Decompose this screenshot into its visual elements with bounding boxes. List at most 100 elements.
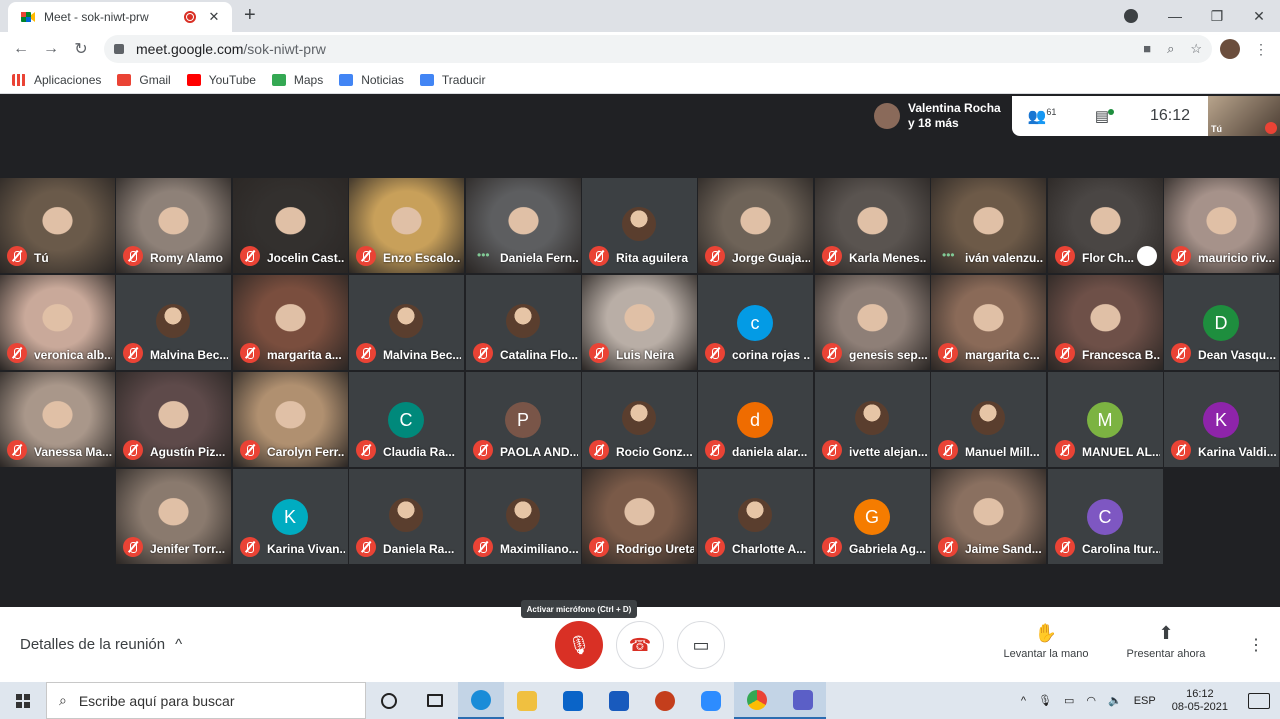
- participant-tile[interactable]: D Dean Vasqu...: [1164, 275, 1279, 370]
- participant-tile[interactable]: C Claudia Ra...: [349, 372, 464, 467]
- bookmark-star-icon[interactable]: ☆: [1190, 41, 1202, 57]
- participant-tile[interactable]: Enzo Escalo...: [349, 178, 464, 273]
- participant-tile[interactable]: genesis sep...: [815, 275, 930, 370]
- participant-tile[interactable]: ivette alejan...: [815, 372, 930, 467]
- reload-icon[interactable]: ↻: [66, 39, 96, 59]
- bookmark-translate[interactable]: Traducir: [419, 73, 485, 87]
- participant-tile[interactable]: Carolyn Ferr...: [233, 372, 348, 467]
- minimize-icon[interactable]: —: [1154, 8, 1196, 24]
- participant-tile[interactable]: Jocelin Cast...: [233, 178, 348, 273]
- raise-hand-button[interactable]: ✋ Levantar la mano: [998, 623, 1094, 660]
- word-icon[interactable]: [596, 682, 642, 719]
- participant-tile[interactable]: margarita c...: [931, 275, 1046, 370]
- participant-tile[interactable]: Romy Alamo: [116, 178, 231, 273]
- bookmark-youtube[interactable]: YouTube: [186, 73, 256, 87]
- presenter-indicator[interactable]: Valentina Rocha y 18 más: [866, 96, 1012, 136]
- participant-tile[interactable]: Rita aguilera: [582, 178, 697, 273]
- unmute-button[interactable]: 🎙: [555, 621, 603, 669]
- participant-name: Jenifer Torr...: [150, 542, 226, 556]
- participant-tile[interactable]: Charlotte A...: [698, 469, 813, 564]
- forward-icon[interactable]: →: [36, 40, 66, 58]
- participant-tile[interactable]: ••• iván valenzu...: [931, 178, 1046, 273]
- volume-icon[interactable]: 🔈: [1108, 694, 1122, 707]
- meeting-details-button[interactable]: Detalles de la reunión ^: [20, 636, 182, 653]
- camera-icon[interactable]: ■: [1143, 41, 1151, 57]
- teams-icon[interactable]: [780, 682, 826, 719]
- wifi-icon[interactable]: ◠: [1086, 694, 1096, 707]
- new-tab-button[interactable]: +: [244, 4, 256, 27]
- participant-tile[interactable]: P PAOLA AND...: [466, 372, 581, 467]
- edge-icon[interactable]: [458, 682, 504, 719]
- leave-call-button[interactable]: ☎: [616, 621, 664, 669]
- camera-button[interactable]: ▭: [677, 621, 725, 669]
- battery-icon[interactable]: ▭: [1064, 694, 1074, 707]
- participant-tile[interactable]: Agustín Piz...: [116, 372, 231, 467]
- participant-tile[interactable]: Jaime Sand...: [931, 469, 1046, 564]
- present-now-button[interactable]: ⬆ Presentar ahora: [1118, 623, 1214, 660]
- cortana-icon[interactable]: [366, 682, 412, 719]
- task-view-icon[interactable]: [412, 682, 458, 719]
- participant-tile[interactable]: Karla Menes...: [815, 178, 930, 273]
- mic-off-icon: [240, 343, 260, 363]
- maximize-icon[interactable]: ❐: [1196, 8, 1238, 25]
- participant-tile[interactable]: ••• Daniela Fern...: [466, 178, 581, 273]
- microphone-tray-icon[interactable]: 🎙: [1038, 694, 1052, 707]
- chrome-icon[interactable]: [734, 682, 780, 719]
- more-options-icon[interactable]: ⋮: [1248, 635, 1264, 655]
- windows-taskbar: ⌕ Escribe aquí para buscar ^ 🎙 ▭ ◠ 🔈 ESP…: [0, 682, 1280, 719]
- participant-tile[interactable]: K Karina Valdi...: [1164, 372, 1279, 467]
- participant-tile[interactable]: Jorge Guaja...: [698, 178, 813, 273]
- tray-overflow-icon[interactable]: ^: [1021, 695, 1026, 707]
- notification-center-icon[interactable]: [1248, 692, 1270, 709]
- zoom-icon[interactable]: ⌕: [1167, 41, 1174, 57]
- close-window-icon[interactable]: ✕: [1238, 8, 1280, 25]
- language-indicator[interactable]: ESP: [1134, 695, 1156, 707]
- back-icon[interactable]: ←: [6, 40, 36, 58]
- taskbar-clock[interactable]: 16:12 08-05-2021: [1172, 688, 1228, 714]
- participant-tile[interactable]: Malvina Bec...: [349, 275, 464, 370]
- participant-tile[interactable]: Catalina Flo...: [466, 275, 581, 370]
- participant-tile[interactable]: Maximiliano...: [466, 469, 581, 564]
- participant-tile[interactable]: Jenifer Torr...: [116, 469, 231, 564]
- participant-tile[interactable]: Francesca B...: [1048, 275, 1163, 370]
- participant-tile[interactable]: Tú: [0, 178, 115, 273]
- participants-button[interactable]: 👥61: [1012, 107, 1072, 125]
- participant-tile[interactable]: C Carolina Itur...: [1048, 469, 1163, 564]
- start-button[interactable]: [0, 693, 46, 708]
- bookmark-maps[interactable]: Maps: [271, 73, 323, 87]
- participant-tile[interactable]: Luis Neira: [582, 275, 697, 370]
- address-bar[interactable]: meet.google.com/sok-niwt-prw ■ ⌕ ☆: [104, 35, 1212, 63]
- participant-tile[interactable]: Rocio Gonz...: [582, 372, 697, 467]
- participant-tile[interactable]: Manuel Mill...: [931, 372, 1046, 467]
- file-explorer-icon[interactable]: [504, 682, 550, 719]
- close-tab-icon[interactable]: ✕: [206, 9, 222, 25]
- self-view[interactable]: Tú: [1208, 96, 1280, 136]
- mic-off-icon: [822, 343, 842, 363]
- chat-button[interactable]: ▤: [1072, 107, 1132, 125]
- participant-name: MANUEL AL...: [1082, 445, 1160, 459]
- participant-tile[interactable]: mauricio riv...: [1164, 178, 1279, 273]
- participant-tile[interactable]: G Gabriela Ag...: [815, 469, 930, 564]
- participant-tile[interactable]: K Karina Vivan...: [233, 469, 348, 564]
- participant-tile[interactable]: M MANUEL AL...: [1048, 372, 1163, 467]
- taskbar-search[interactable]: ⌕ Escribe aquí para buscar: [46, 682, 366, 719]
- bookmark-gmail[interactable]: Gmail: [117, 73, 171, 87]
- browser-tab[interactable]: Meet - sok-niwt-prw ✕: [8, 2, 232, 32]
- participant-tile[interactable]: Rodrigo Ureta: [582, 469, 697, 564]
- participant-tile[interactable]: Flor Ch...: [1048, 178, 1163, 273]
- powerpoint-icon[interactable]: [642, 682, 688, 719]
- participant-tile[interactable]: Daniela Ra...: [349, 469, 464, 564]
- participant-tile[interactable]: Malvina Bec...: [116, 275, 231, 370]
- mail-icon[interactable]: [550, 682, 596, 719]
- tab-search-icon[interactable]: [1124, 9, 1138, 23]
- participant-tile[interactable]: c corina rojas ...: [698, 275, 813, 370]
- chrome-menu-icon[interactable]: ⋮: [1254, 41, 1268, 58]
- bookmark-news[interactable]: Noticias: [339, 73, 404, 87]
- participant-tile[interactable]: veronica alb...: [0, 275, 115, 370]
- participant-tile[interactable]: Vanessa Ma...: [0, 372, 115, 467]
- participant-tile[interactable]: margarita a...: [233, 275, 348, 370]
- zoom-app-icon[interactable]: [688, 682, 734, 719]
- profile-avatar[interactable]: [1220, 39, 1240, 59]
- participant-tile[interactable]: d daniela alar...: [698, 372, 813, 467]
- bookmark-apps[interactable]: Aplicaciones: [12, 73, 101, 87]
